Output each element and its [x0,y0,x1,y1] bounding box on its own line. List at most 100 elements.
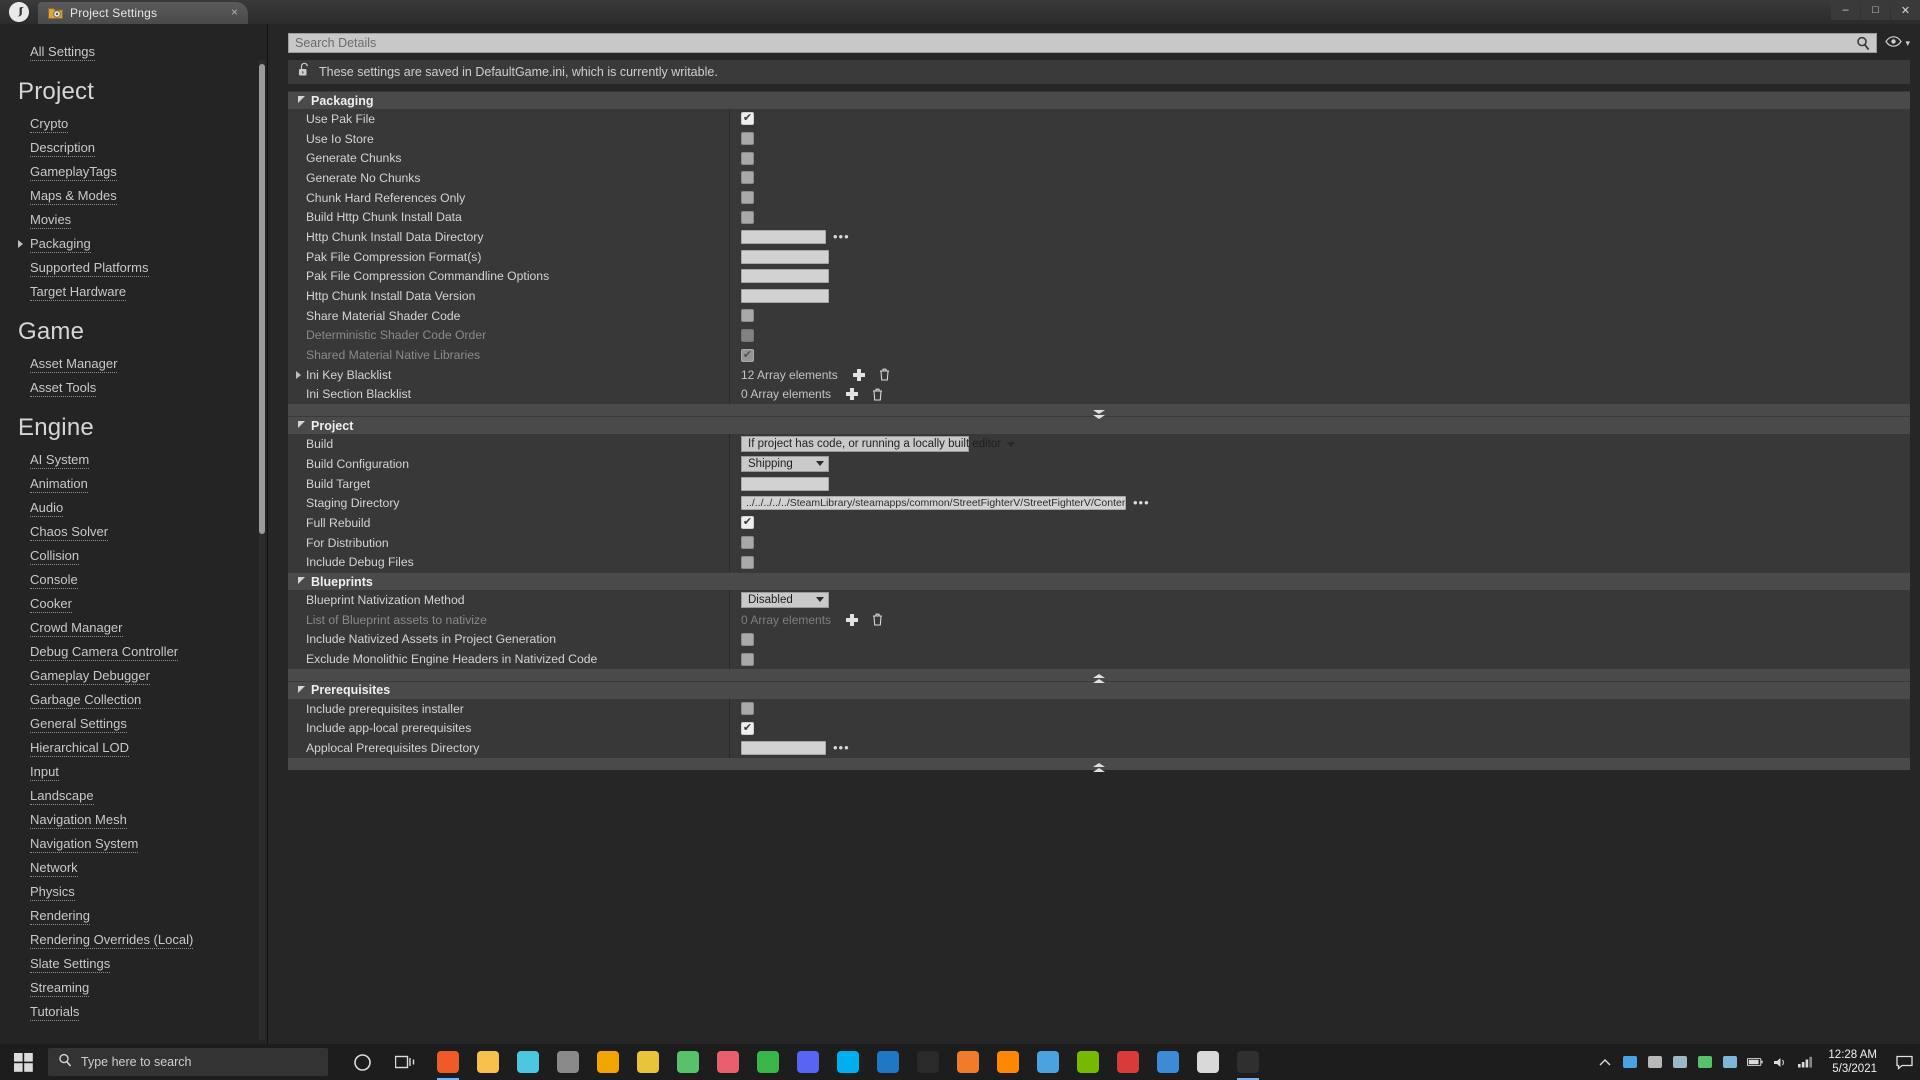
view-options-button[interactable]: ▾ [1885,34,1910,52]
sidebar-item-general-settings[interactable]: General Settings [0,712,268,736]
category-header-blueprints[interactable]: Blueprints [288,572,1910,591]
tab-project-settings[interactable]: Project Settings × [38,2,248,24]
delete-all-elements-icon[interactable] [872,388,883,401]
checkbox[interactable] [741,171,754,185]
sidebar-item-crowd-manager[interactable]: Crowd Manager [0,616,268,640]
close-button[interactable]: ✕ [1891,0,1920,20]
epic-games-icon[interactable] [908,1044,948,1080]
collapse-down-icon[interactable] [1092,406,1106,419]
browse-button[interactable]: ••• [1133,496,1150,509]
checkbox[interactable] [741,191,754,205]
sidebar-item-input[interactable]: Input [0,760,268,784]
checkbox[interactable] [741,632,754,646]
brave-browser-icon[interactable] [428,1044,468,1080]
collapse-up-icon[interactable] [1092,670,1106,684]
category-expand-icon[interactable] [298,96,305,103]
settings-gear-icon[interactable] [548,1044,588,1080]
delete-all-elements-icon[interactable] [879,368,890,381]
category-header-prerequisites[interactable]: Prerequisites [288,680,1910,699]
checkbox[interactable] [741,309,754,323]
file-explorer-icon[interactable] [468,1044,508,1080]
checkbox[interactable] [741,555,754,569]
sidebar-item-garbage-collection[interactable]: Garbage Collection [0,688,268,712]
battery-icon[interactable] [1747,1054,1764,1070]
row-expand-icon[interactable] [296,370,301,379]
sidebar-item-maps-modes[interactable]: Maps & Modes [0,184,268,208]
expand-arrow-icon[interactable] [18,240,23,248]
text-input[interactable] [741,249,829,264]
category-header-project[interactable]: Project [288,416,1910,435]
network-icon[interactable] [1797,1054,1813,1070]
sidebar-item-asset-manager[interactable]: Asset Manager [0,352,268,376]
todo-check-icon[interactable] [668,1044,708,1080]
sidebar-item-audio[interactable]: Audio [0,496,268,520]
task-view-icon[interactable] [385,1044,425,1080]
checkbox[interactable] [741,516,754,530]
sidebar-item-crypto[interactable]: Crypto [0,112,268,136]
sidebar-item-gameplay-debugger[interactable]: Gameplay Debugger [0,664,268,688]
onedrive-cloud-icon[interactable] [1647,1054,1663,1070]
checkbox[interactable] [741,702,754,716]
sidebar-item-packaging[interactable]: Packaging [0,232,268,256]
sidebar-item-rendering[interactable]: Rendering [0,904,268,928]
chevron-up-icon[interactable] [1597,1054,1613,1070]
green-app-icon[interactable] [748,1044,788,1080]
path-input[interactable]: ../../../../../SteamLibrary/steamapps/co… [741,496,1126,511]
text-input[interactable] [741,476,829,491]
taskbar-clock[interactable]: 12:28 AM 5/3/2021 [1822,1048,1887,1076]
text-input[interactable] [741,289,829,304]
sidebar-item-asset-tools[interactable]: Asset Tools [0,376,268,400]
sidebar-item-chaos-solver[interactable]: Chaos Solver [0,520,268,544]
sidebar-item-landscape[interactable]: Landscape [0,784,268,808]
sidebar-item-description[interactable]: Description [0,136,268,160]
path-input[interactable] [741,229,826,244]
checkbox[interactable] [741,132,754,146]
checkbox[interactable] [741,210,754,224]
browse-button[interactable]: ••• [833,230,850,243]
red-chart-icon[interactable] [1108,1044,1148,1080]
store-icon[interactable] [588,1044,628,1080]
browse-button[interactable]: ••• [833,741,850,754]
sidebar-item-all-settings[interactable]: All Settings [0,40,268,64]
sidebar-item-gameplaytags[interactable]: GameplayTags [0,160,268,184]
sidebar-item-slate-settings[interactable]: Slate Settings [0,952,268,976]
dropdown[interactable]: Disabled [741,591,829,608]
checkbox[interactable] [741,536,754,550]
sidebar-item-ai-system[interactable]: AI System [0,448,268,472]
category-header-packaging[interactable]: Packaging [288,91,1910,109]
minimize-button[interactable]: – [1831,0,1860,20]
delete-all-elements-icon[interactable] [872,613,883,626]
magnifier-icon[interactable] [1856,36,1870,51]
windows-start-icon[interactable] [0,1044,46,1080]
add-element-icon[interactable] [846,388,859,401]
cortana-circle-icon[interactable] [342,1044,382,1080]
section-footer[interactable] [288,668,1910,684]
chrome-icon[interactable] [628,1044,668,1080]
unreal-engine-icon[interactable] [1228,1044,1268,1080]
search-input[interactable]: Search Details [288,33,1878,53]
tab-close-icon[interactable]: × [221,6,242,20]
sidebar-item-collision[interactable]: Collision [0,544,268,568]
category-expand-icon[interactable] [298,421,305,429]
dropdown[interactable]: Shipping [741,455,829,472]
controller-icon[interactable] [1722,1054,1738,1070]
checkbox[interactable] [741,112,754,126]
category-expand-icon[interactable] [298,685,305,693]
sidebar-item-movies[interactable]: Movies [0,208,268,232]
sidebar-item-debug-camera-controller[interactable]: Debug Camera Controller [0,640,268,664]
volume-icon[interactable] [1772,1054,1788,1070]
dropdown[interactable]: If project has code, or running a locall… [741,436,1016,453]
photoshop-icon[interactable] [948,1044,988,1080]
checkbox[interactable] [741,151,754,165]
cloud-icon[interactable] [1672,1054,1688,1070]
section-footer[interactable] [288,757,1910,773]
add-element-icon[interactable] [852,368,865,381]
action-center-icon[interactable] [1896,1055,1913,1070]
sidebar-item-rendering-overrides-local[interactable]: Rendering Overrides (Local) [0,928,268,952]
sidebar-item-console[interactable]: Console [0,568,268,592]
add-element-icon[interactable] [846,613,859,626]
media-player-icon[interactable] [1028,1044,1068,1080]
blue-tool-icon[interactable] [868,1044,908,1080]
green-shield-icon[interactable] [1697,1054,1713,1070]
tray-blue-icon[interactable] [1622,1054,1638,1070]
